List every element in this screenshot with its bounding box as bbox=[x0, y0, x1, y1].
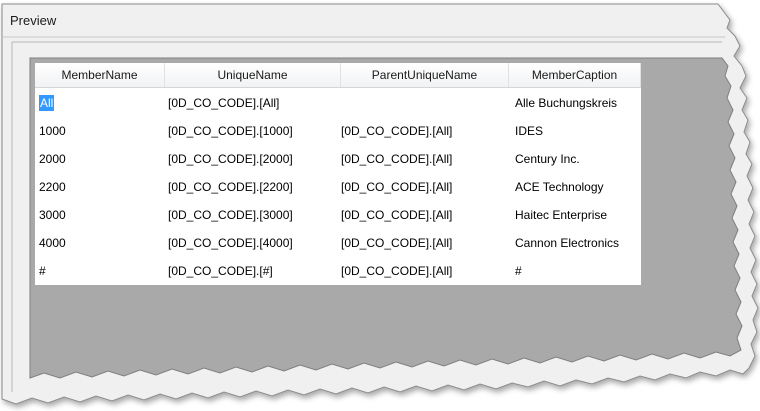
column-header-membercaption[interactable]: MemberCaption bbox=[509, 63, 641, 87]
cell-membercaption[interactable]: ACE Technology bbox=[515, 173, 639, 201]
cell-membercaption[interactable]: # bbox=[515, 257, 639, 285]
table-row[interactable]: 3000 [0D_CO_CODE].[3000] [0D_CO_CODE].[A… bbox=[35, 201, 641, 229]
cell-parentuniquename[interactable] bbox=[341, 89, 501, 117]
cell-uniquename[interactable]: [0D_CO_CODE].[4000] bbox=[168, 229, 336, 257]
cell-membername[interactable]: All bbox=[39, 89, 55, 117]
cell-uniquename[interactable]: [0D_CO_CODE].[3000] bbox=[168, 201, 336, 229]
cell-membercaption[interactable]: Alle Buchungskreis bbox=[515, 89, 639, 117]
selected-cell-text[interactable]: All bbox=[39, 95, 55, 111]
cell-parentuniquename[interactable]: [0D_CO_CODE].[All] bbox=[341, 145, 501, 173]
cell-membername[interactable]: 4000 bbox=[39, 229, 157, 257]
cell-membercaption[interactable]: Cannon Electronics bbox=[515, 229, 639, 257]
cell-membercaption[interactable]: IDES bbox=[515, 117, 639, 145]
cell-membercaption[interactable]: Haitec Enterprise bbox=[515, 201, 639, 229]
cell-uniquename[interactable]: [0D_CO_CODE].[1000] bbox=[168, 117, 336, 145]
cell-uniquename[interactable]: [0D_CO_CODE].[2200] bbox=[168, 173, 336, 201]
table-row[interactable]: 1000 [0D_CO_CODE].[1000] [0D_CO_CODE].[A… bbox=[35, 117, 641, 145]
cell-membercaption[interactable]: Century Inc. bbox=[515, 145, 639, 173]
cell-parentuniquename[interactable]: [0D_CO_CODE].[All] bbox=[341, 257, 501, 285]
preview-screenshot: Preview MemberName UniqueName ParentUniq… bbox=[0, 0, 760, 411]
window-title: Preview bbox=[10, 13, 57, 28]
cell-membername[interactable]: 2200 bbox=[39, 173, 157, 201]
cell-uniquename[interactable]: [0D_CO_CODE].[2000] bbox=[168, 145, 336, 173]
column-header-parentuniquename[interactable]: ParentUniqueName bbox=[341, 63, 509, 87]
cell-membername[interactable]: 1000 bbox=[39, 117, 157, 145]
preview-data-grid[interactable]: MemberName UniqueName ParentUniqueName M… bbox=[35, 63, 641, 285]
table-row[interactable]: 4000 [0D_CO_CODE].[4000] [0D_CO_CODE].[A… bbox=[35, 229, 641, 257]
cell-parentuniquename[interactable]: [0D_CO_CODE].[All] bbox=[341, 201, 501, 229]
cell-parentuniquename[interactable]: [0D_CO_CODE].[All] bbox=[341, 229, 501, 257]
cell-membername[interactable]: 3000 bbox=[39, 201, 157, 229]
cell-membername[interactable]: 2000 bbox=[39, 145, 157, 173]
table-row[interactable]: # [0D_CO_CODE].[#] [0D_CO_CODE].[All] # bbox=[35, 257, 641, 285]
column-header-uniquename[interactable]: UniqueName bbox=[165, 63, 341, 87]
cell-uniquename[interactable]: [0D_CO_CODE].[All] bbox=[168, 89, 336, 117]
cell-uniquename[interactable]: [0D_CO_CODE].[#] bbox=[168, 257, 336, 285]
cell-parentuniquename[interactable]: [0D_CO_CODE].[All] bbox=[341, 117, 501, 145]
table-row[interactable]: All [0D_CO_CODE].[All] Alle Buchungskrei… bbox=[35, 89, 641, 117]
table-row[interactable]: 2000 [0D_CO_CODE].[2000] [0D_CO_CODE].[A… bbox=[35, 145, 641, 173]
cell-parentuniquename[interactable]: [0D_CO_CODE].[All] bbox=[341, 173, 501, 201]
table-row[interactable]: 2200 [0D_CO_CODE].[2200] [0D_CO_CODE].[A… bbox=[35, 173, 641, 201]
grid-header: MemberName UniqueName ParentUniqueName M… bbox=[35, 63, 641, 88]
column-header-membername[interactable]: MemberName bbox=[35, 63, 165, 87]
cell-membername[interactable]: # bbox=[39, 257, 157, 285]
